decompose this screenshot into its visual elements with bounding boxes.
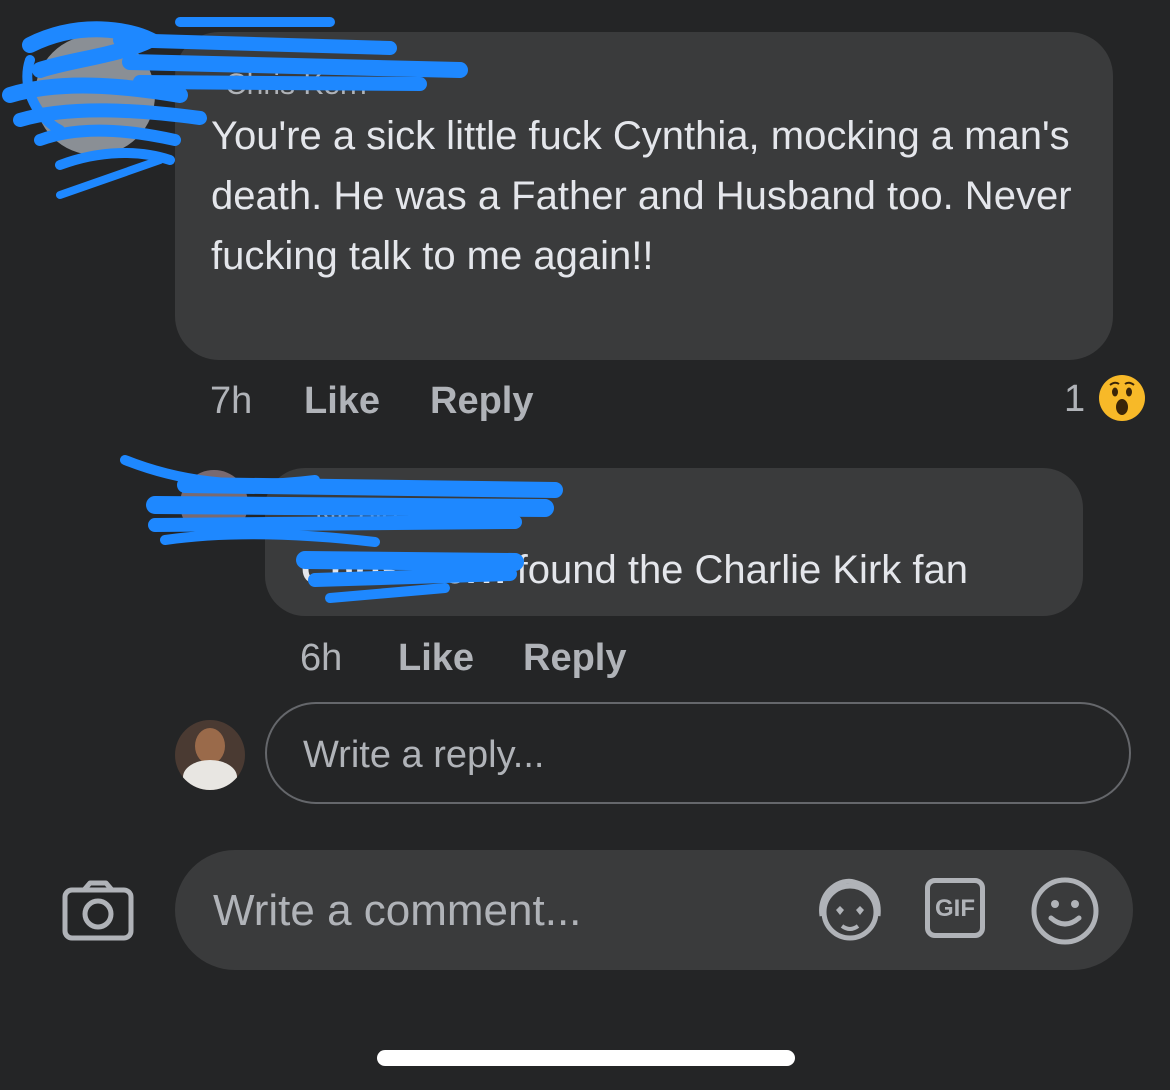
reply-input[interactable]: Write a reply...	[265, 702, 1131, 804]
reply-input-placeholder: Write a reply...	[303, 734, 545, 776]
comment-time: 7h	[210, 380, 253, 422]
comment-like-button[interactable]: Like	[304, 380, 380, 423]
avatar-sticker-icon[interactable]	[814, 876, 886, 946]
reply-like-button[interactable]: Like	[398, 637, 474, 680]
reaction-count[interactable]: 1	[1064, 378, 1085, 421]
comment-input[interactable]: Write a comment...	[175, 850, 1133, 970]
gif-label: GIF	[935, 895, 975, 922]
gif-icon[interactable]: GIF	[925, 878, 985, 938]
reply-reply-button[interactable]: Reply	[523, 637, 626, 680]
comment-input-placeholder: Write a comment...	[213, 886, 582, 935]
home-indicator[interactable]	[377, 1050, 795, 1066]
reply-time: 6h	[300, 637, 343, 679]
redaction-scribble-reply	[120, 455, 563, 603]
current-user-avatar	[175, 720, 245, 790]
emoji-icon[interactable]	[1030, 876, 1100, 946]
camera-icon[interactable]	[62, 880, 134, 942]
redaction-scribble	[2, 17, 468, 199]
comment-reply-button[interactable]: Reply	[430, 380, 533, 423]
wow-emoji-icon[interactable]	[1098, 374, 1146, 422]
